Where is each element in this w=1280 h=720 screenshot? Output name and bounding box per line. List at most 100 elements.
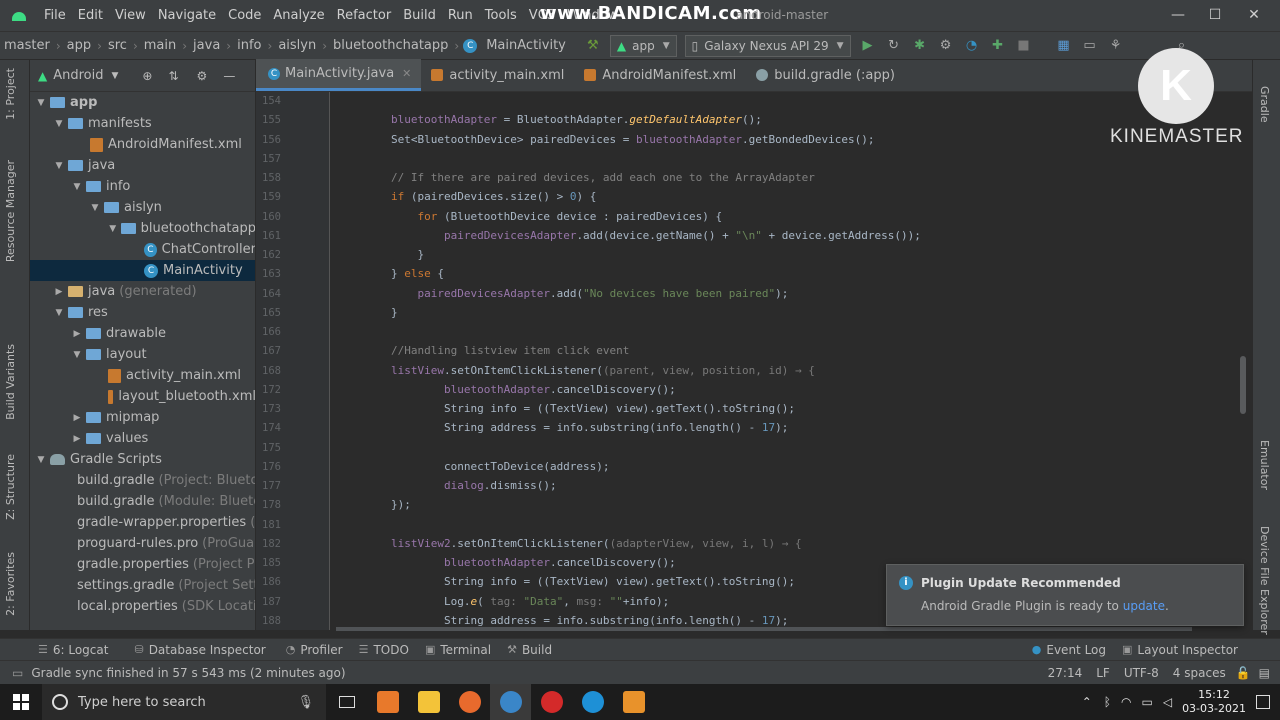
tree-item-res[interactable]: ▼ res: [30, 302, 255, 323]
locate-icon[interactable]: ⊕: [142, 69, 152, 83]
code-line[interactable]: String address = info.substring(info.len…: [391, 614, 788, 627]
menu-build[interactable]: Build: [397, 8, 442, 23]
indent-setting[interactable]: 4 spaces: [1173, 666, 1226, 680]
tool-logcat[interactable]: ☰ 6: Logcat: [30, 643, 116, 657]
tool-layout-inspector[interactable]: ▣ Layout Inspector: [1114, 643, 1246, 657]
update-link[interactable]: update: [1123, 599, 1165, 613]
memory-indicator-icon[interactable]: ▤: [1259, 666, 1270, 680]
tab-activity-main-xml[interactable]: activity_main.xml: [421, 59, 574, 91]
side-tab-favorites[interactable]: 2: Favorites: [4, 552, 17, 616]
tree-item-java-generated[interactable]: ▶ java (generated): [30, 281, 255, 302]
windows-start-icon[interactable]: [0, 684, 41, 720]
tool-event-log[interactable]: ● Event Log: [1024, 643, 1114, 657]
taskbar-search[interactable]: Type here to search 🎙: [42, 684, 326, 720]
minimize-icon[interactable]: —: [1166, 4, 1190, 26]
tab-build-gradle[interactable]: build.gradle (:app): [746, 59, 905, 91]
side-tab-device-file-explorer[interactable]: Device File Explorer: [1258, 526, 1271, 635]
firefox-icon[interactable]: [449, 684, 490, 720]
wifi-icon[interactable]: ◠: [1121, 695, 1131, 709]
breadcrumb-app[interactable]: app: [63, 38, 95, 53]
code-line[interactable]: pairedDevicesAdapter.add(device.getName(…: [391, 229, 921, 242]
menu-code[interactable]: Code: [222, 8, 267, 23]
code-line[interactable]: for (BluetoothDevice device : pairedDevi…: [391, 210, 723, 223]
tree-item-settings-gradle[interactable]: settings.gradle(Project Settin: [30, 575, 255, 596]
tool-terminal[interactable]: ▣ Terminal: [417, 643, 499, 657]
tree-item-manifests[interactable]: ▼ manifests: [30, 113, 255, 134]
debug-icon[interactable]: ✱: [907, 35, 933, 57]
code-line[interactable]: bluetoothAdapter = BluetoothAdapter.getD…: [391, 113, 762, 126]
code-line[interactable]: listView.setOnItemClickListener((parent,…: [391, 364, 815, 377]
code-line[interactable]: });: [391, 498, 411, 511]
breadcrumb-main[interactable]: main: [140, 38, 180, 53]
tool-todo[interactable]: ☰ TODO: [351, 643, 417, 657]
avd-manager-icon[interactable]: ▭: [1077, 35, 1103, 57]
breadcrumb-java[interactable]: java: [189, 38, 224, 53]
close-icon[interactable]: ✕: [1242, 4, 1266, 26]
code-line[interactable]: String address = info.substring(info.len…: [391, 421, 788, 434]
sublime-icon[interactable]: [613, 684, 654, 720]
collapse-all-icon[interactable]: ⇅: [168, 69, 178, 83]
tree-item-build-gradle-project[interactable]: build.gradle (Project: Bluetoo: [30, 470, 255, 491]
menu-edit[interactable]: Edit: [72, 8, 109, 23]
menu-analyze[interactable]: Analyze: [267, 8, 330, 23]
tree-item-java[interactable]: ▼ java: [30, 155, 255, 176]
tray-chevron-icon[interactable]: ⌃: [1082, 695, 1092, 709]
vertical-scrollbar[interactable]: [1240, 356, 1246, 414]
tree-item-mipmap[interactable]: ▶ mipmap: [30, 407, 255, 428]
volume-icon[interactable]: ◁: [1163, 695, 1172, 709]
code-line[interactable]: } else {: [391, 267, 444, 280]
tree-item-chatcontroller[interactable]: C ChatController: [30, 239, 255, 260]
tree-item-build-gradle-module[interactable]: build.gradle(Module: Bluetoo: [30, 491, 255, 512]
tree-item-proguard[interactable]: proguard-rules.pro (ProGuar: [30, 533, 255, 554]
taskbar-clock[interactable]: 15:12 03-03-2021: [1182, 688, 1246, 716]
chevron-down-icon[interactable]: ▼: [112, 71, 119, 81]
rerun-icon[interactable]: ↻: [881, 35, 907, 57]
tree-item-drawable[interactable]: ▶ drawable: [30, 323, 255, 344]
apply-changes-icon[interactable]: ✚: [985, 35, 1011, 57]
breadcrumb-src[interactable]: src: [104, 38, 131, 53]
tool-database-inspector[interactable]: ⛁ Database Inspector: [126, 643, 273, 657]
android-studio-taskbar-icon[interactable]: [490, 684, 531, 720]
line-separator[interactable]: LF: [1096, 666, 1110, 680]
task-view-icon[interactable]: [326, 684, 367, 720]
tree-item-androidmanifest[interactable]: AndroidManifest.xml: [30, 134, 255, 155]
tree-item-layout[interactable]: ▼ layout: [30, 344, 255, 365]
tree-item-app[interactable]: ▼ app: [30, 92, 255, 113]
profile-icon[interactable]: ◔: [959, 35, 985, 57]
bluetooth-icon[interactable]: ᛒ: [1104, 695, 1111, 709]
device-select[interactable]: ▯ Galaxy Nexus API 29 ▼: [684, 34, 851, 57]
bandicam-taskbar-icon[interactable]: [531, 684, 572, 720]
side-tab-gradle[interactable]: Gradle: [1258, 86, 1271, 123]
code-line[interactable]: bluetoothAdapter.cancelDiscovery();: [391, 556, 676, 569]
side-tab-build-variants[interactable]: Build Variants: [4, 344, 17, 420]
microphone-icon[interactable]: 🎙: [297, 695, 314, 710]
menu-run[interactable]: Run: [442, 8, 479, 23]
status-toggle-icon[interactable]: ▭: [12, 666, 23, 680]
breadcrumb-bluetoothchatapp[interactable]: bluetoothchatapp: [329, 38, 452, 53]
breadcrumb-aislyn[interactable]: aislyn: [274, 38, 320, 53]
tree-item-mainactivity[interactable]: C MainActivity: [30, 260, 255, 281]
lock-icon[interactable]: 🔓: [1236, 666, 1251, 680]
hammer-icon[interactable]: ⚒: [580, 35, 606, 57]
battery-icon[interactable]: ▭: [1141, 695, 1152, 709]
menu-navigate[interactable]: Navigate: [152, 8, 222, 23]
tab-androidmanifest-xml[interactable]: AndroidManifest.xml: [574, 59, 746, 91]
tree-item-gradle-scripts[interactable]: ▼ Gradle Scripts: [30, 449, 255, 470]
caret-position[interactable]: 27:14: [1048, 666, 1083, 680]
code-line[interactable]: if (pairedDevices.size() > 0) {: [391, 190, 596, 203]
tree-item-aislyn[interactable]: ▼ aislyn: [30, 197, 255, 218]
attach-debugger-icon[interactable]: ⚙: [933, 35, 959, 57]
code-line[interactable]: connectToDevice(address);: [391, 460, 610, 473]
side-tab-emulator[interactable]: Emulator: [1258, 440, 1271, 490]
code-line[interactable]: pairedDevicesAdapter.add("No devices hav…: [391, 287, 789, 300]
edge-icon[interactable]: [572, 684, 613, 720]
code-line[interactable]: String info = ((TextView) view).getText(…: [391, 575, 795, 588]
tree-item-values[interactable]: ▶ values: [30, 428, 255, 449]
hide-panel-icon[interactable]: —: [223, 69, 235, 83]
code-line[interactable]: Log.e( tag: "Data", msg: ""+info);: [391, 595, 669, 608]
file-explorer-icon[interactable]: [408, 684, 449, 720]
tree-item-activity-main-xml[interactable]: activity_main.xml: [30, 365, 255, 386]
code-line[interactable]: }: [391, 248, 424, 261]
file-encoding[interactable]: UTF-8: [1124, 666, 1159, 680]
close-tab-icon[interactable]: ✕: [402, 67, 411, 80]
